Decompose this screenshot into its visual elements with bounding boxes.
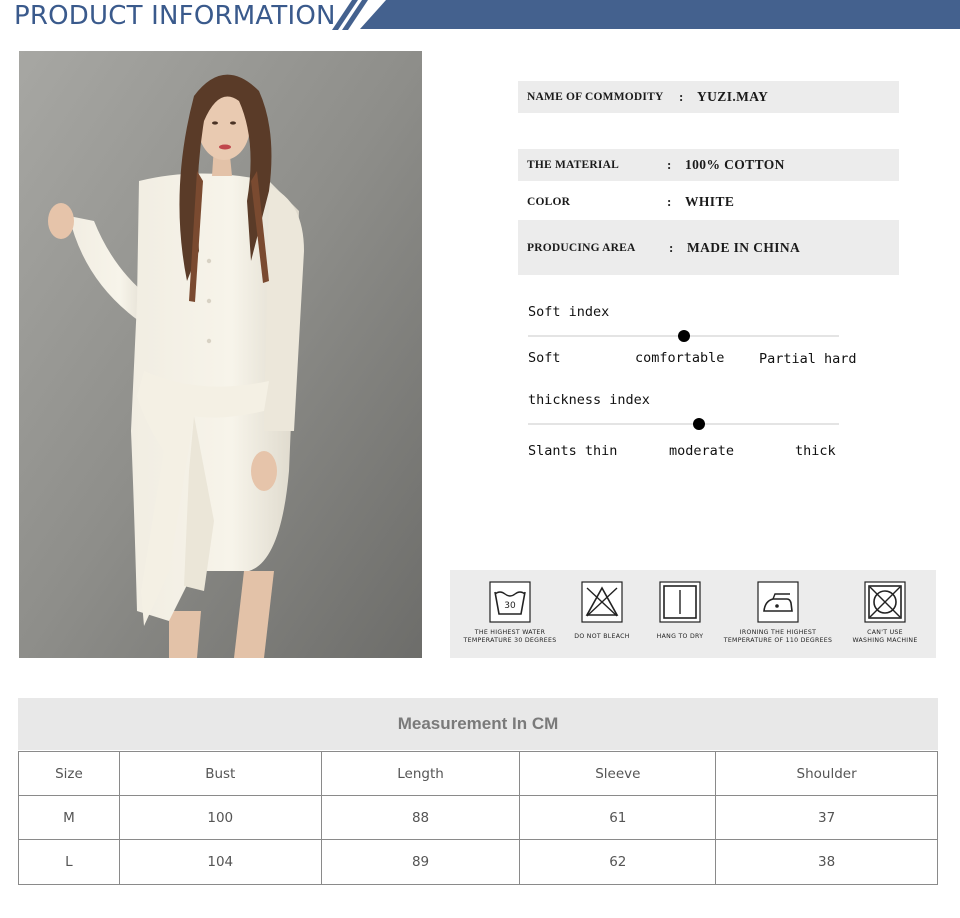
thickness-index-label-mid: moderate xyxy=(669,443,735,459)
care-label: HANG TO DRY xyxy=(656,633,704,640)
hang-to-dry-icon xyxy=(659,581,701,623)
care-instructions-panel: 30 THE HIGHEST WATER TEMPERATURE 30 DEGRE… xyxy=(450,570,936,658)
info-key: PRODUCING AREA xyxy=(527,241,636,254)
column-header: Shoulder xyxy=(715,751,938,796)
svg-text:30: 30 xyxy=(504,601,516,611)
thickness-index-track xyxy=(528,423,839,425)
soft-index-label-high: Partial hard xyxy=(759,351,857,367)
table-row: L 104 89 62 38 xyxy=(18,839,938,885)
care-label: CAN'T USE WASHING MACHINE xyxy=(852,629,918,644)
care-item: IRONING THE HIGHEST TEMPERATURE OF 110 DE… xyxy=(723,570,833,645)
table-cell: 37 xyxy=(715,795,938,840)
column-header: Length xyxy=(320,751,521,796)
care-item: CAN'T USE WASHING MACHINE xyxy=(830,570,940,645)
soft-index-marker xyxy=(677,330,690,342)
care-label: IRONING THE HIGHEST TEMPERATURE OF 110 DE… xyxy=(723,629,833,644)
info-value: 100% COTTON xyxy=(685,157,785,172)
table-cell: 61 xyxy=(519,795,717,840)
info-row-producing-area: PRODUCING AREA : MADE IN CHINA xyxy=(518,220,899,275)
measurement-table: Size Bust Length Sleeve Shoulder M 100 8… xyxy=(18,751,938,885)
soft-index-label-mid: comfortable xyxy=(635,350,725,366)
column-header: Sleeve xyxy=(519,751,717,796)
table-cell: 100 xyxy=(118,795,322,840)
thickness-index-label-low: Slants thin xyxy=(528,443,618,459)
table-cell: M xyxy=(18,795,120,840)
info-key: COLOR xyxy=(527,196,571,208)
info-row-commodity: NAME OF COMMODITY : YUZI.MAY xyxy=(518,81,899,113)
column-header: Size xyxy=(18,751,120,796)
thickness-index-marker xyxy=(693,418,706,430)
measurement-title-bar: Measurement In CM xyxy=(18,698,938,750)
product-photo xyxy=(19,51,422,658)
no-machine-wash-icon xyxy=(864,581,906,623)
measurement-title: Measurement In CM xyxy=(397,714,559,733)
info-key: THE MATERIAL xyxy=(527,159,619,171)
thickness-index-title: thickness index xyxy=(528,392,650,408)
table-cell: L xyxy=(18,839,120,885)
info-key: NAME OF COMMODITY xyxy=(527,91,664,103)
soft-index-title: Soft index xyxy=(528,304,610,320)
info-value: YUZI.MAY xyxy=(697,89,769,104)
info-value: MADE IN CHINA xyxy=(687,239,801,255)
info-row-color: COLOR : WHITE xyxy=(527,194,735,209)
table-cell: 88 xyxy=(320,795,521,840)
table-cell: 104 xyxy=(118,839,322,885)
table-cell: 62 xyxy=(519,839,717,885)
table-cell: 38 xyxy=(715,839,938,885)
page-title: PRODUCT INFORMATION xyxy=(14,1,336,31)
soft-index-label-low: Soft xyxy=(528,350,561,366)
table-row: M 100 88 61 37 xyxy=(18,795,938,840)
do-not-bleach-icon xyxy=(581,581,623,623)
header-bar xyxy=(360,0,960,29)
table-header-row: Size Bust Length Sleeve Shoulder xyxy=(18,751,938,796)
column-header: Bust xyxy=(118,751,322,796)
info-value: WHITE xyxy=(685,194,735,209)
iron-110-icon xyxy=(757,581,799,623)
info-row-material: THE MATERIAL : 100% COTTON xyxy=(518,149,899,181)
wash-30-icon: 30 xyxy=(489,581,531,623)
thickness-index-label-high: thick xyxy=(795,443,836,459)
table-cell: 89 xyxy=(320,839,521,885)
care-item: HANG TO DRY xyxy=(625,570,735,641)
